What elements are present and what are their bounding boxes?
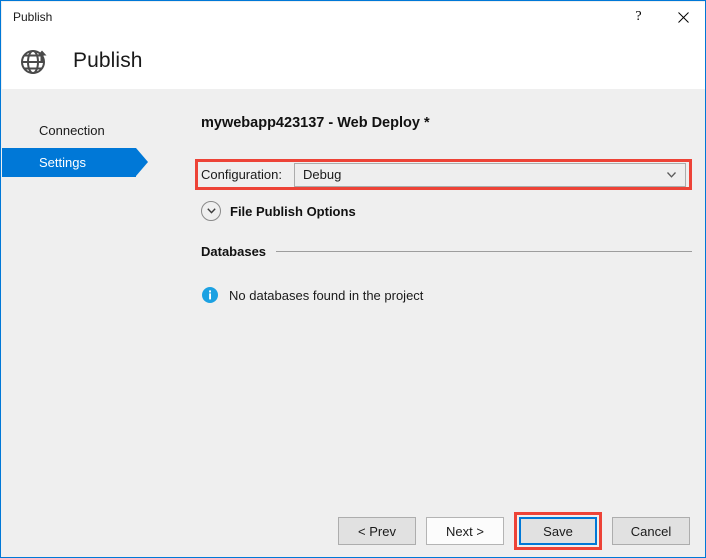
help-button[interactable]: ?	[616, 2, 661, 32]
sidebar-item-label: Connection	[39, 123, 105, 138]
settings-panel: mywebapp423137 - Web Deploy * Configurat…	[177, 89, 706, 557]
configuration-dropdown[interactable]: Debug	[294, 163, 686, 187]
next-button[interactable]: Next >	[426, 517, 504, 545]
sidebar-item-label: Settings	[39, 155, 86, 170]
prev-button[interactable]: < Prev	[338, 517, 416, 545]
info-icon	[202, 287, 218, 303]
dialog-footer: < Prev Next > Save Cancel	[2, 499, 706, 557]
close-button[interactable]	[661, 2, 706, 32]
window-controls: ?	[616, 2, 706, 32]
databases-info-message: No databases found in the project	[229, 288, 423, 303]
window-title: Publish	[13, 11, 52, 23]
file-publish-options-expander[interactable]: File Publish Options	[201, 201, 356, 221]
publish-dialog: Publish ?	[0, 0, 706, 558]
configuration-value: Debug	[303, 167, 341, 182]
divider	[276, 251, 692, 252]
close-icon	[678, 12, 689, 23]
databases-title: Databases	[201, 244, 266, 259]
sidebar-nav: Connection Settings	[2, 89, 177, 557]
file-publish-options-label: File Publish Options	[230, 204, 356, 219]
cancel-button[interactable]: Cancel	[612, 517, 690, 545]
dialog-body: Connection Settings mywebapp423137 - Web…	[2, 89, 706, 557]
dialog-header: Publish	[2, 32, 706, 89]
save-button[interactable]: Save	[519, 517, 597, 545]
save-button-highlight-annotation: Save	[514, 512, 602, 550]
question-mark-icon: ?	[635, 10, 641, 24]
footer-button-group: < Prev Next > Save Cancel	[338, 512, 690, 550]
databases-group-header: Databases	[201, 244, 692, 259]
databases-info-row: No databases found in the project	[202, 287, 423, 303]
chevron-down-circle-icon	[201, 201, 221, 221]
publish-globe-icon	[17, 43, 53, 79]
title-bar: Publish ?	[2, 2, 706, 32]
configuration-label: Configuration:	[201, 167, 294, 182]
header-title: Publish	[73, 49, 143, 73]
sidebar-item-connection[interactable]: Connection	[2, 116, 177, 145]
chevron-down-icon	[666, 170, 676, 180]
sidebar-item-settings[interactable]: Settings	[2, 148, 136, 177]
page-title: mywebapp423137 - Web Deploy *	[201, 115, 430, 131]
configuration-row: Configuration: Debug	[201, 162, 686, 187]
